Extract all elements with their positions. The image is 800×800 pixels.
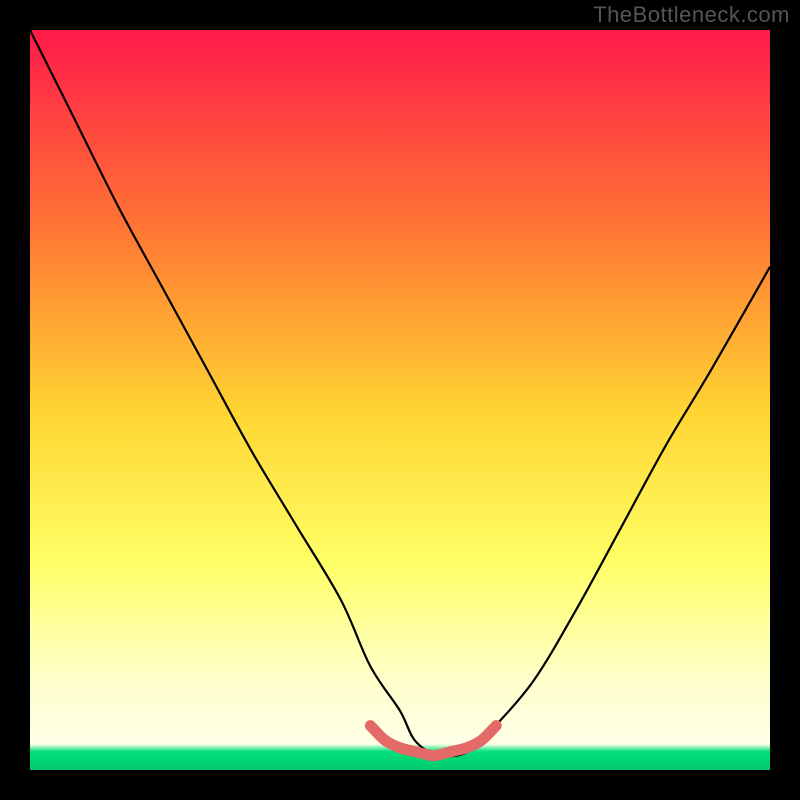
gradient-background (30, 30, 770, 770)
chart-frame: TheBottleneck.com (0, 0, 800, 800)
watermark-text: TheBottleneck.com (593, 2, 790, 28)
plot-area (30, 30, 770, 770)
chart-svg (30, 30, 770, 770)
